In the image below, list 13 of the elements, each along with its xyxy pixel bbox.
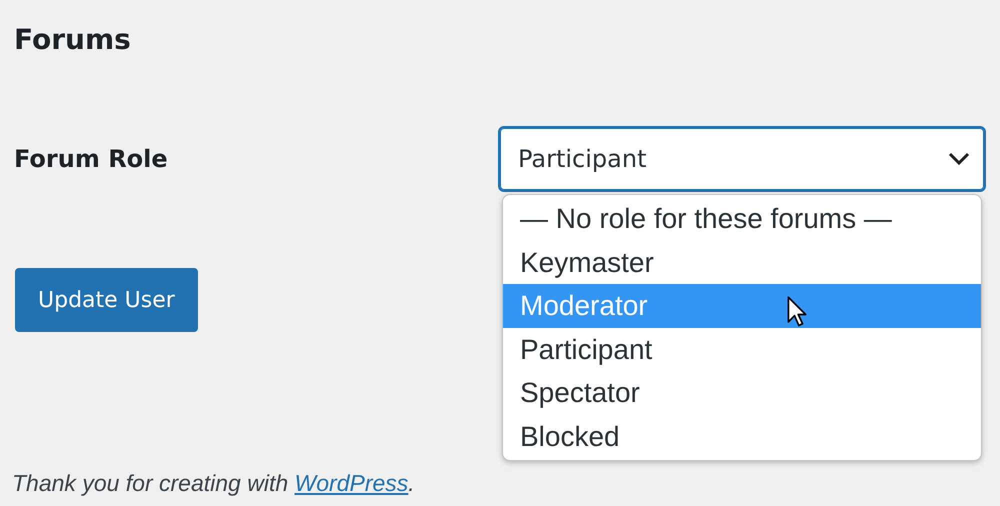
dropdown-option[interactable]: — No role for these forums — bbox=[503, 197, 981, 240]
dropdown-option[interactable]: Blocked bbox=[503, 414, 981, 458]
section-heading: Forums bbox=[14, 22, 132, 58]
chevron-down-icon bbox=[948, 152, 970, 166]
dropdown-option[interactable]: Spectator bbox=[503, 371, 981, 414]
field-label: Forum Role bbox=[14, 145, 169, 173]
dropdown-option[interactable]: Keymaster bbox=[503, 240, 981, 284]
pointer-cursor-icon bbox=[787, 296, 807, 328]
role-select[interactable]: Participant bbox=[498, 126, 986, 192]
wordpress-link[interactable]: WordPress bbox=[294, 470, 408, 496]
update-user-button[interactable]: Update User bbox=[15, 268, 198, 332]
footer-text: Thank you for creating with WordPress. bbox=[12, 470, 415, 497]
dropdown-option[interactable]: Participant bbox=[503, 328, 981, 371]
